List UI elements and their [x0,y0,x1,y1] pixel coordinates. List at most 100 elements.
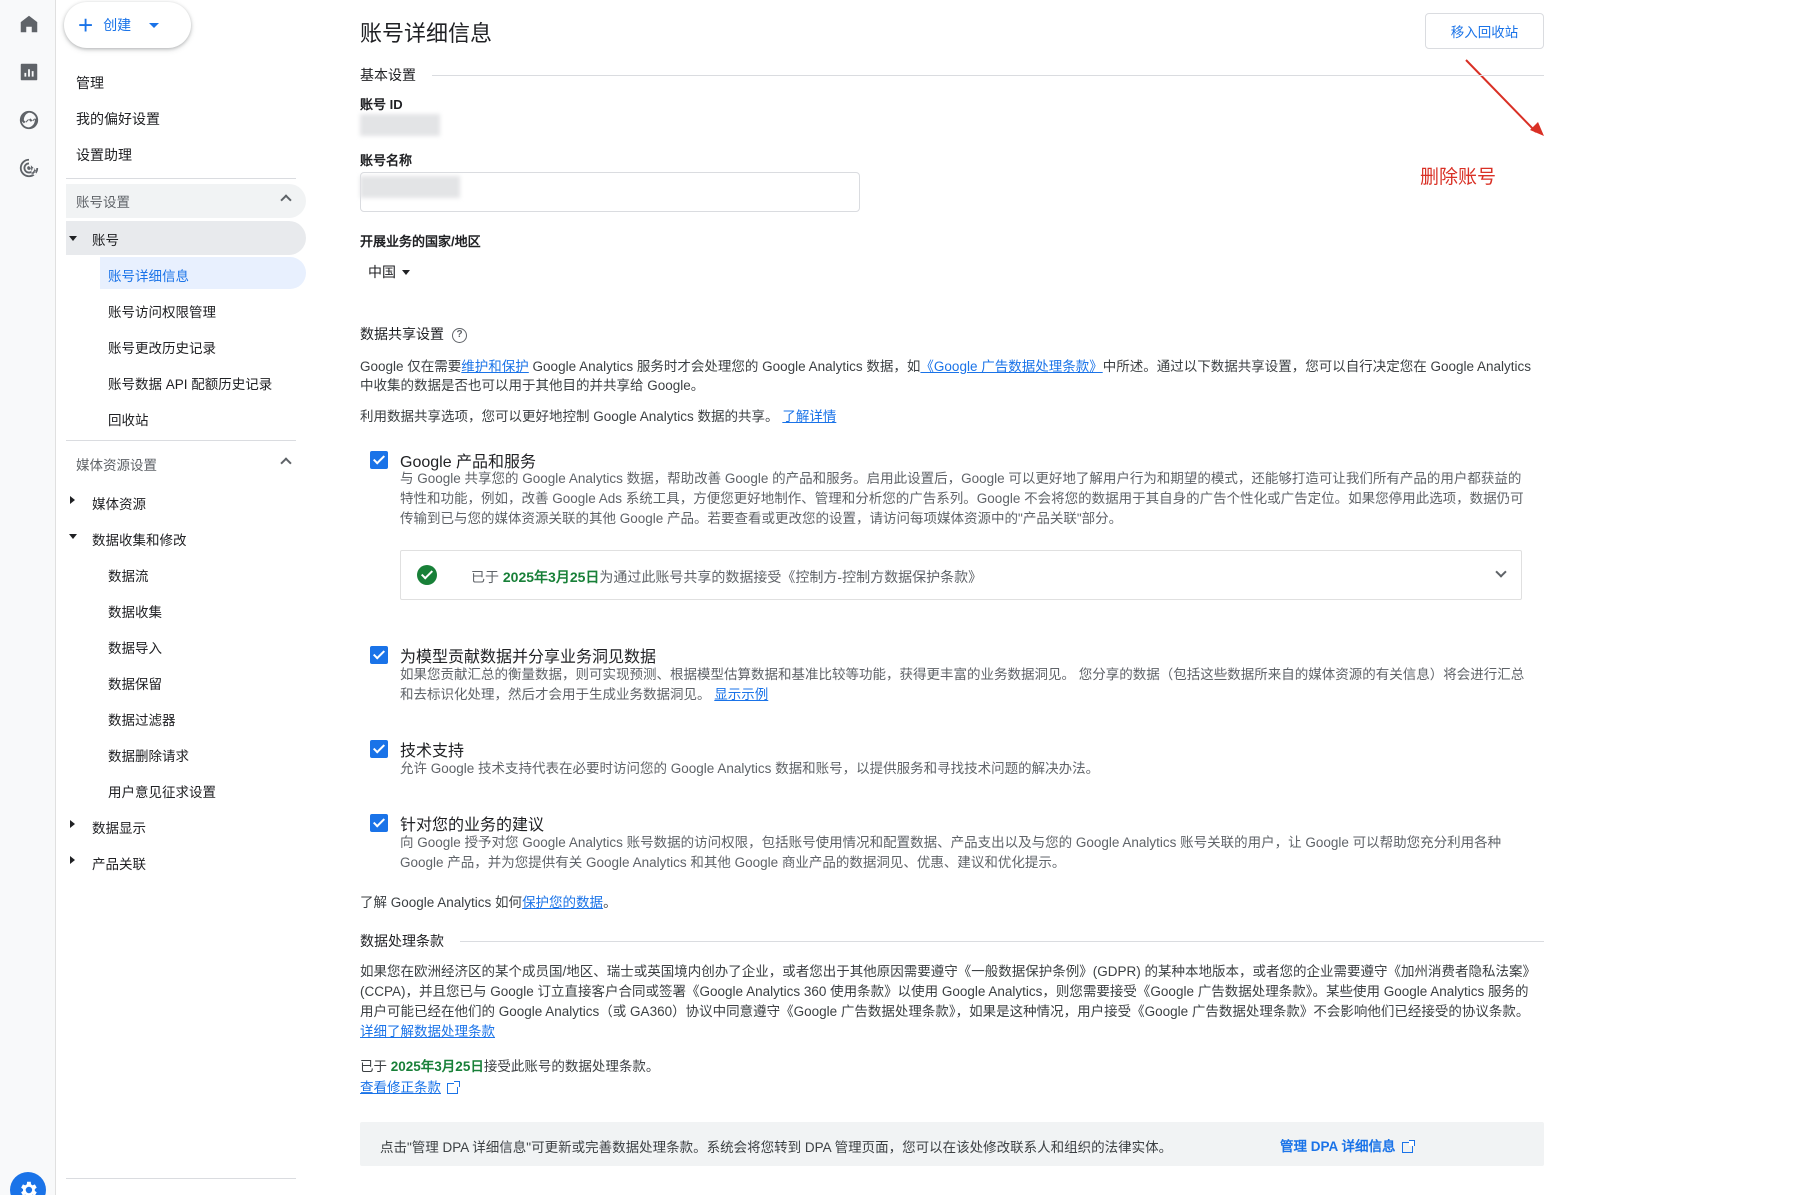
option-modeling-insights-desc: 如果您贡献汇总的衡量数据，则可实现预测、根据模型估算数据和基准比较等功能，获得更… [400,665,1530,705]
dpa-accepted-prefix: 已于 [360,1059,391,1074]
expand-collection-icon[interactable] [69,534,77,539]
nav-item-consent-settings[interactable]: 用户意见征求设置 [108,781,216,801]
nav-group-display[interactable]: 数据显示 [92,817,146,837]
dpa-heading: 数据处理条款 [360,933,444,949]
data-sharing-heading-text: 数据共享设置 [360,326,444,342]
checkbox-modeling-insights[interactable] [370,646,388,664]
account-id-label: 账号 ID [360,97,403,112]
nav-item-data-filters[interactable]: 数据过滤器 [108,709,176,729]
checkbox-business-recommendations[interactable] [370,814,388,832]
country-label: 开展业务的国家/地区 [360,234,481,249]
reports-icon[interactable] [16,59,42,85]
consent-suffix: 为通过此账号共享的数据接受《控制方-控制方数据保护条款》 [599,569,983,585]
option-modeling-insights-text: 如果您贡献汇总的衡量数据，则可实现预测、根据模型估算数据和基准比较等功能，获得更… [400,667,1525,702]
intro-text-2: Google Analytics 服务时才会处理您的 Google Analyt… [528,359,921,374]
explore-icon[interactable] [16,107,42,133]
country-select[interactable]: 中国 [368,262,410,282]
nav-group-product-links[interactable]: 产品关联 [92,853,146,873]
protect-end: 。 [603,895,617,910]
nav-item-change-history[interactable]: 账号更改历史记录 [108,337,216,357]
nav-item-preferences[interactable]: 我的偏好设置 [76,109,160,129]
check-circle-icon [417,565,437,585]
protect-data-link[interactable]: 保护您的数据 [522,895,603,910]
section-rule [460,941,1544,942]
account-name-value-redacted [360,176,460,198]
manage-dpa-link[interactable]: 管理 DPA 详细信息 [1280,1135,1415,1155]
dpa-body: 如果您在欧洲经济区的某个成员国/地区、瑞士或英国境内创办了企业，或者您出于其他原… [360,962,1540,1042]
nav-item-setup-assistant[interactable]: 设置助理 [76,145,132,165]
option-business-recommendations-title: 针对您的业务的建议 [400,817,545,834]
dpa-accepted-date: 2025年3月25日 [390,1059,484,1074]
nav-item-data-retention[interactable]: 数据保留 [108,673,162,693]
nav-group-account[interactable]: 账号 [92,229,119,249]
expand-media-icon[interactable] [70,496,75,504]
nav-item-data-deletion[interactable]: 数据删除请求 [108,745,189,765]
admin-nav: + 创建 管理 我的偏好设置 设置助理 账号设置 账号 账号详细信息 账号访问权… [56,0,306,1195]
open-in-new-icon [447,1080,460,1094]
nav-item-admin[interactable]: 管理 [76,73,104,93]
country-value: 中国 [368,264,396,280]
chevron-up-icon [280,457,292,469]
nav-divider [66,1178,296,1179]
dpa-learn-more-link[interactable]: 详细了解数据处理条款 [360,1024,495,1039]
dpa-accepted-suffix: 接受此账号的数据处理条款。 [483,1059,660,1074]
protect-data-line: 了解 Google Analytics 如何保护您的数据。 [360,893,1540,912]
expand-links-icon[interactable] [70,856,75,864]
amendment-line: 查看修正条款 [360,1078,1540,1097]
data-sharing-heading: 数据共享设置? [360,324,467,344]
learn-more-link[interactable]: 了解详情 [782,409,836,424]
data-sharing-more: 利用数据共享选项，您可以更好地控制 Google Analytics 数据的共享… [360,407,1540,426]
main-content: 账号详细信息 移入回收站 删除账号 基本设置 账号 ID 账号名称 开展业务的国… [360,0,1544,1195]
create-button[interactable]: + 创建 [64,2,191,48]
consent-status-panel[interactable]: 已于 2025年3月25日为通过此账号共享的数据接受《控制方-控制方数据保护条款… [400,550,1522,600]
protect-text: 了解 Google Analytics 如何 [360,895,523,910]
chevron-down-icon[interactable] [1495,566,1507,578]
dpa-manage-bar: 点击"管理 DPA 详细信息"可更新或完善数据处理条款。系统会将您转到 DPA … [360,1122,1544,1166]
nav-item-data-collection[interactable]: 数据收集 [108,601,162,621]
account-id-value-redacted [360,114,440,136]
help-icon[interactable]: ? [452,327,467,343]
consent-prefix: 已于 [471,569,503,585]
chevron-down-icon [149,22,160,28]
annotation-delete-account: 删除账号 [1420,167,1497,188]
ads-data-processing-terms-link[interactable]: 《Google 广告数据处理条款》 [920,359,1102,374]
chevron-down-icon [402,269,410,275]
option-technical-support-title: 技术支持 [400,743,465,760]
icon-rail [0,0,56,1195]
checkbox-google-products[interactable] [370,451,388,469]
maintain-protect-link[interactable]: 维护和保护 [461,359,529,374]
gear-icon[interactable] [10,1172,46,1195]
option-modeling-insights-title: 为模型贡献数据并分享业务洞见数据 [400,649,657,666]
account-name-label: 账号名称 [360,153,413,168]
section-rule [432,75,1544,76]
nav-item-account-details[interactable]: 账号详细信息 [108,265,189,285]
expand-account-icon[interactable] [69,236,77,241]
nav-divider [66,440,296,441]
option-google-products-desc: 与 Google 共享您的 Google Analytics 数据，帮助改善 G… [400,471,1524,526]
create-label: 创建 [103,17,132,33]
view-amendment-link[interactable]: 查看修正条款 [360,1080,441,1095]
move-to-trash-button[interactable]: 移入回收站 [1425,13,1544,49]
expand-display-icon[interactable] [70,820,75,828]
checkbox-technical-support[interactable] [370,740,388,758]
open-in-new-icon [1401,1139,1415,1153]
basic-settings-heading: 基本设置 [360,67,416,83]
section-account-settings-label: 账号设置 [76,195,130,210]
advertising-icon[interactable] [16,155,42,181]
nav-item-trash[interactable]: 回收站 [108,409,149,429]
nav-item-data-import[interactable]: 数据导入 [108,637,162,657]
section-account-settings[interactable]: 账号设置 [66,184,306,218]
nav-group-media[interactable]: 媒体资源 [92,493,146,513]
nav-group-collection[interactable]: 数据收集和修改 [92,529,187,549]
option-business-recommendations-desc: 向 Google 授予对您 Google Analytics 账号数据的访问权限… [400,835,1502,870]
section-property-settings-label: 媒体资源设置 [76,458,157,473]
manage-dpa-label: 管理 DPA 详细信息 [1280,1139,1396,1154]
home-icon[interactable] [16,11,42,37]
nav-item-api-quota[interactable]: 账号数据 API 配额历史记录 [108,373,272,393]
dpa-bar-text: 点击"管理 DPA 详细信息"可更新或完善数据处理条款。系统会将您转到 DPA … [380,1140,1173,1155]
nav-item-account-access[interactable]: 账号访问权限管理 [108,301,216,321]
section-property-settings[interactable]: 媒体资源设置 [66,447,306,481]
show-example-link[interactable]: 显示示例 [714,687,768,702]
option-technical-support-desc: 允许 Google 技术支持代表在必要时访问您的 Google Analytic… [400,761,1100,776]
nav-item-data-streams[interactable]: 数据流 [108,565,149,585]
